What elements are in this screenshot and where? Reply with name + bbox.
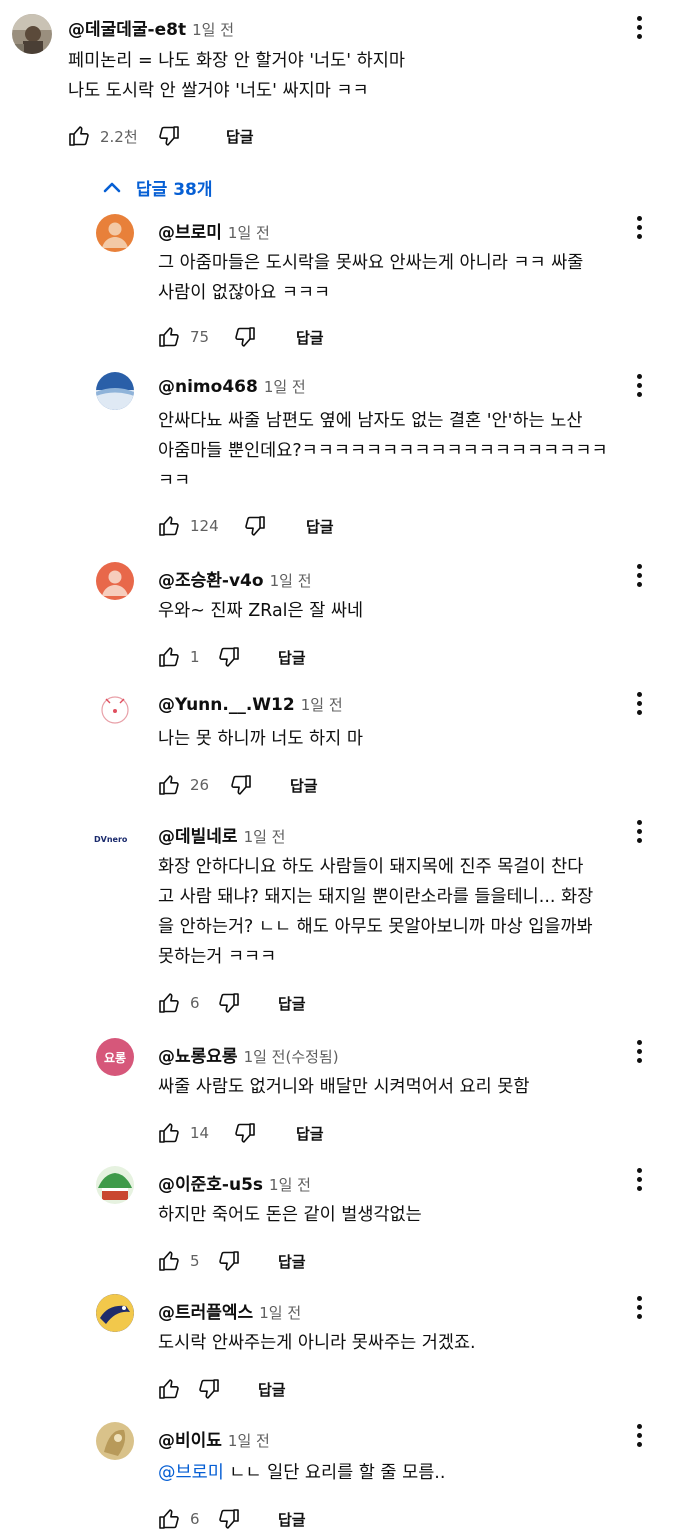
- reply-timestamp[interactable]: 1일 전: [244, 826, 286, 847]
- reply-author[interactable]: @브로미: [158, 218, 222, 243]
- like-count: 124: [190, 517, 219, 535]
- replies-count-label: 답글 38개: [136, 179, 213, 200]
- thumb-up-icon[interactable]: [156, 324, 182, 350]
- reply-author[interactable]: @이준호-u5s: [158, 1170, 263, 1195]
- like-count: 6: [190, 1510, 200, 1528]
- thumb-down-icon[interactable]: [216, 1506, 242, 1532]
- more-vert-icon[interactable]: [629, 1036, 649, 1066]
- reply-author[interactable]: @nimo468: [158, 377, 258, 397]
- reply-button[interactable]: 답글: [278, 993, 306, 1014]
- avatar[interactable]: [96, 562, 134, 600]
- reply-author[interactable]: @뇨롱요롱: [158, 1042, 238, 1067]
- like-count: 5: [190, 1252, 200, 1270]
- thumb-down-icon[interactable]: [242, 513, 268, 539]
- reply-button[interactable]: 답글: [296, 327, 324, 348]
- reply-text-content: ㄴㄴ 일단 요리를 할 줄 모름..: [223, 1463, 446, 1483]
- like-count: 14: [190, 1124, 210, 1142]
- reply-text: 우와~ 진짜 ZRal은 잘 싸네: [158, 601, 364, 621]
- reply-button[interactable]: 답글: [290, 775, 318, 796]
- thumb-up-icon[interactable]: [156, 1506, 182, 1532]
- reply-button[interactable]: 답글: [278, 647, 306, 668]
- avatar[interactable]: [96, 1294, 134, 1332]
- reply-timestamp[interactable]: 1일 전: [264, 376, 306, 397]
- comment-text: 페미논리 = 나도 화장 안 할거야 '너도' 하지마 나도 도시락 안 쌀거야…: [68, 51, 405, 101]
- reply-timestamp[interactable]: 1일 전: [301, 694, 343, 715]
- thumb-down-icon[interactable]: [232, 324, 258, 350]
- more-vert-icon[interactable]: [629, 1164, 649, 1194]
- reply-text: 하지만 죽어도 돈은 같이 벌생각없는: [158, 1205, 422, 1225]
- thumb-up-icon[interactable]: [156, 1120, 182, 1146]
- more-vert-icon[interactable]: [629, 212, 649, 242]
- reply-author[interactable]: @데빌네로: [158, 822, 238, 847]
- reply-author[interactable]: @트러플엑스: [158, 1298, 253, 1323]
- like-count: 2.2천: [100, 127, 138, 146]
- avatar-wordmark: DVnero: [94, 834, 128, 844]
- thumb-up-icon[interactable]: [156, 772, 182, 798]
- chevron-up-icon: [103, 182, 121, 193]
- reply-button[interactable]: 답글: [278, 1251, 306, 1272]
- like-count: 75: [190, 328, 210, 346]
- avatar[interactable]: [12, 14, 52, 54]
- reply-text: 싸줄 사람도 없거니와 배달만 시켜먹어서 요리 못함: [158, 1077, 530, 1097]
- avatar[interactable]: 요롱: [96, 1038, 134, 1076]
- reply-text: 안싸다뇨 싸줄 남편도 옆에 남자도 없는 결혼 '안'하는 노산 아줌마들 뿐…: [158, 411, 608, 491]
- reply-timestamp[interactable]: 1일 전: [228, 1430, 270, 1451]
- thumb-down-icon[interactable]: [156, 123, 182, 149]
- like-count: 6: [190, 994, 200, 1012]
- reply-text: 나는 못 하니까 너도 하지 마: [158, 729, 363, 749]
- thumb-up-icon[interactable]: [156, 644, 182, 670]
- reply-text: 화장 안하다니요 하도 사람들이 돼지목에 진주 목걸이 찬다 고 사람 돼냐?…: [158, 857, 594, 967]
- more-vert-icon[interactable]: [629, 816, 649, 846]
- like-count: 26: [190, 776, 210, 794]
- thumb-down-icon[interactable]: [216, 990, 242, 1016]
- thumb-down-icon[interactable]: [232, 1120, 258, 1146]
- like-count: 1: [190, 648, 200, 666]
- more-vert-icon[interactable]: [629, 370, 649, 400]
- reply-button[interactable]: 답글: [226, 126, 254, 147]
- comment-timestamp[interactable]: 1일 전: [192, 19, 234, 40]
- reply-button[interactable]: 답글: [258, 1379, 286, 1400]
- thumb-down-icon[interactable]: [216, 1248, 242, 1274]
- replies-toggle[interactable]: 답글 38개: [102, 172, 213, 202]
- thumb-up-icon[interactable]: [156, 513, 182, 539]
- avatar[interactable]: [96, 214, 134, 252]
- avatar[interactable]: DVnero: [94, 820, 138, 858]
- thumb-up-icon[interactable]: [156, 990, 182, 1016]
- reply-timestamp[interactable]: 1일 전: [270, 570, 312, 591]
- reply-text: @브로미 ㄴㄴ 일단 요리를 할 줄 모름..: [158, 1458, 658, 1488]
- avatar[interactable]: [96, 1166, 134, 1204]
- more-vert-icon[interactable]: [629, 560, 649, 590]
- mention-link[interactable]: @브로미: [158, 1463, 224, 1483]
- avatar[interactable]: [96, 372, 134, 410]
- reply-text: 도시락 안싸주는게 아니라 못싸주는 거겠죠.: [158, 1333, 476, 1353]
- reply-timestamp[interactable]: 1일 전: [228, 222, 270, 243]
- more-vert-icon[interactable]: [629, 688, 649, 718]
- reply-author[interactable]: @Yunn.__.W12: [158, 695, 295, 715]
- reply-author[interactable]: @비이됴: [158, 1426, 222, 1451]
- reply-text: 그 아줌마들은 도시락을 못싸요 안싸는게 아니라 ㅋㅋ 싸줄 사람이 없잖아요…: [158, 253, 584, 303]
- avatar[interactable]: [96, 1422, 134, 1460]
- thumb-up-icon[interactable]: [156, 1376, 182, 1402]
- reply-author[interactable]: @조승환-v4o: [158, 566, 264, 591]
- thumb-up-icon[interactable]: [66, 123, 92, 149]
- more-vert-icon[interactable]: [629, 12, 649, 42]
- reply-button[interactable]: 답글: [296, 1123, 324, 1144]
- reply-timestamp[interactable]: 1일 전: [269, 1174, 311, 1195]
- comment-author[interactable]: @데굴데굴-e8t: [68, 15, 186, 40]
- thumb-up-icon[interactable]: [156, 1248, 182, 1274]
- avatar-initials: 요롱: [103, 1050, 127, 1065]
- thumb-down-icon[interactable]: [216, 644, 242, 670]
- more-vert-icon[interactable]: [629, 1420, 649, 1450]
- reply-timestamp[interactable]: 1일 전: [259, 1302, 301, 1323]
- avatar[interactable]: [96, 690, 134, 728]
- thumb-down-icon[interactable]: [196, 1376, 222, 1402]
- thumb-down-icon[interactable]: [228, 772, 254, 798]
- more-vert-icon[interactable]: [629, 1292, 649, 1322]
- reply-timestamp[interactable]: 1일 전(수정됨): [244, 1046, 339, 1067]
- reply-button[interactable]: 답글: [278, 1509, 306, 1530]
- reply-button[interactable]: 답글: [306, 516, 334, 537]
